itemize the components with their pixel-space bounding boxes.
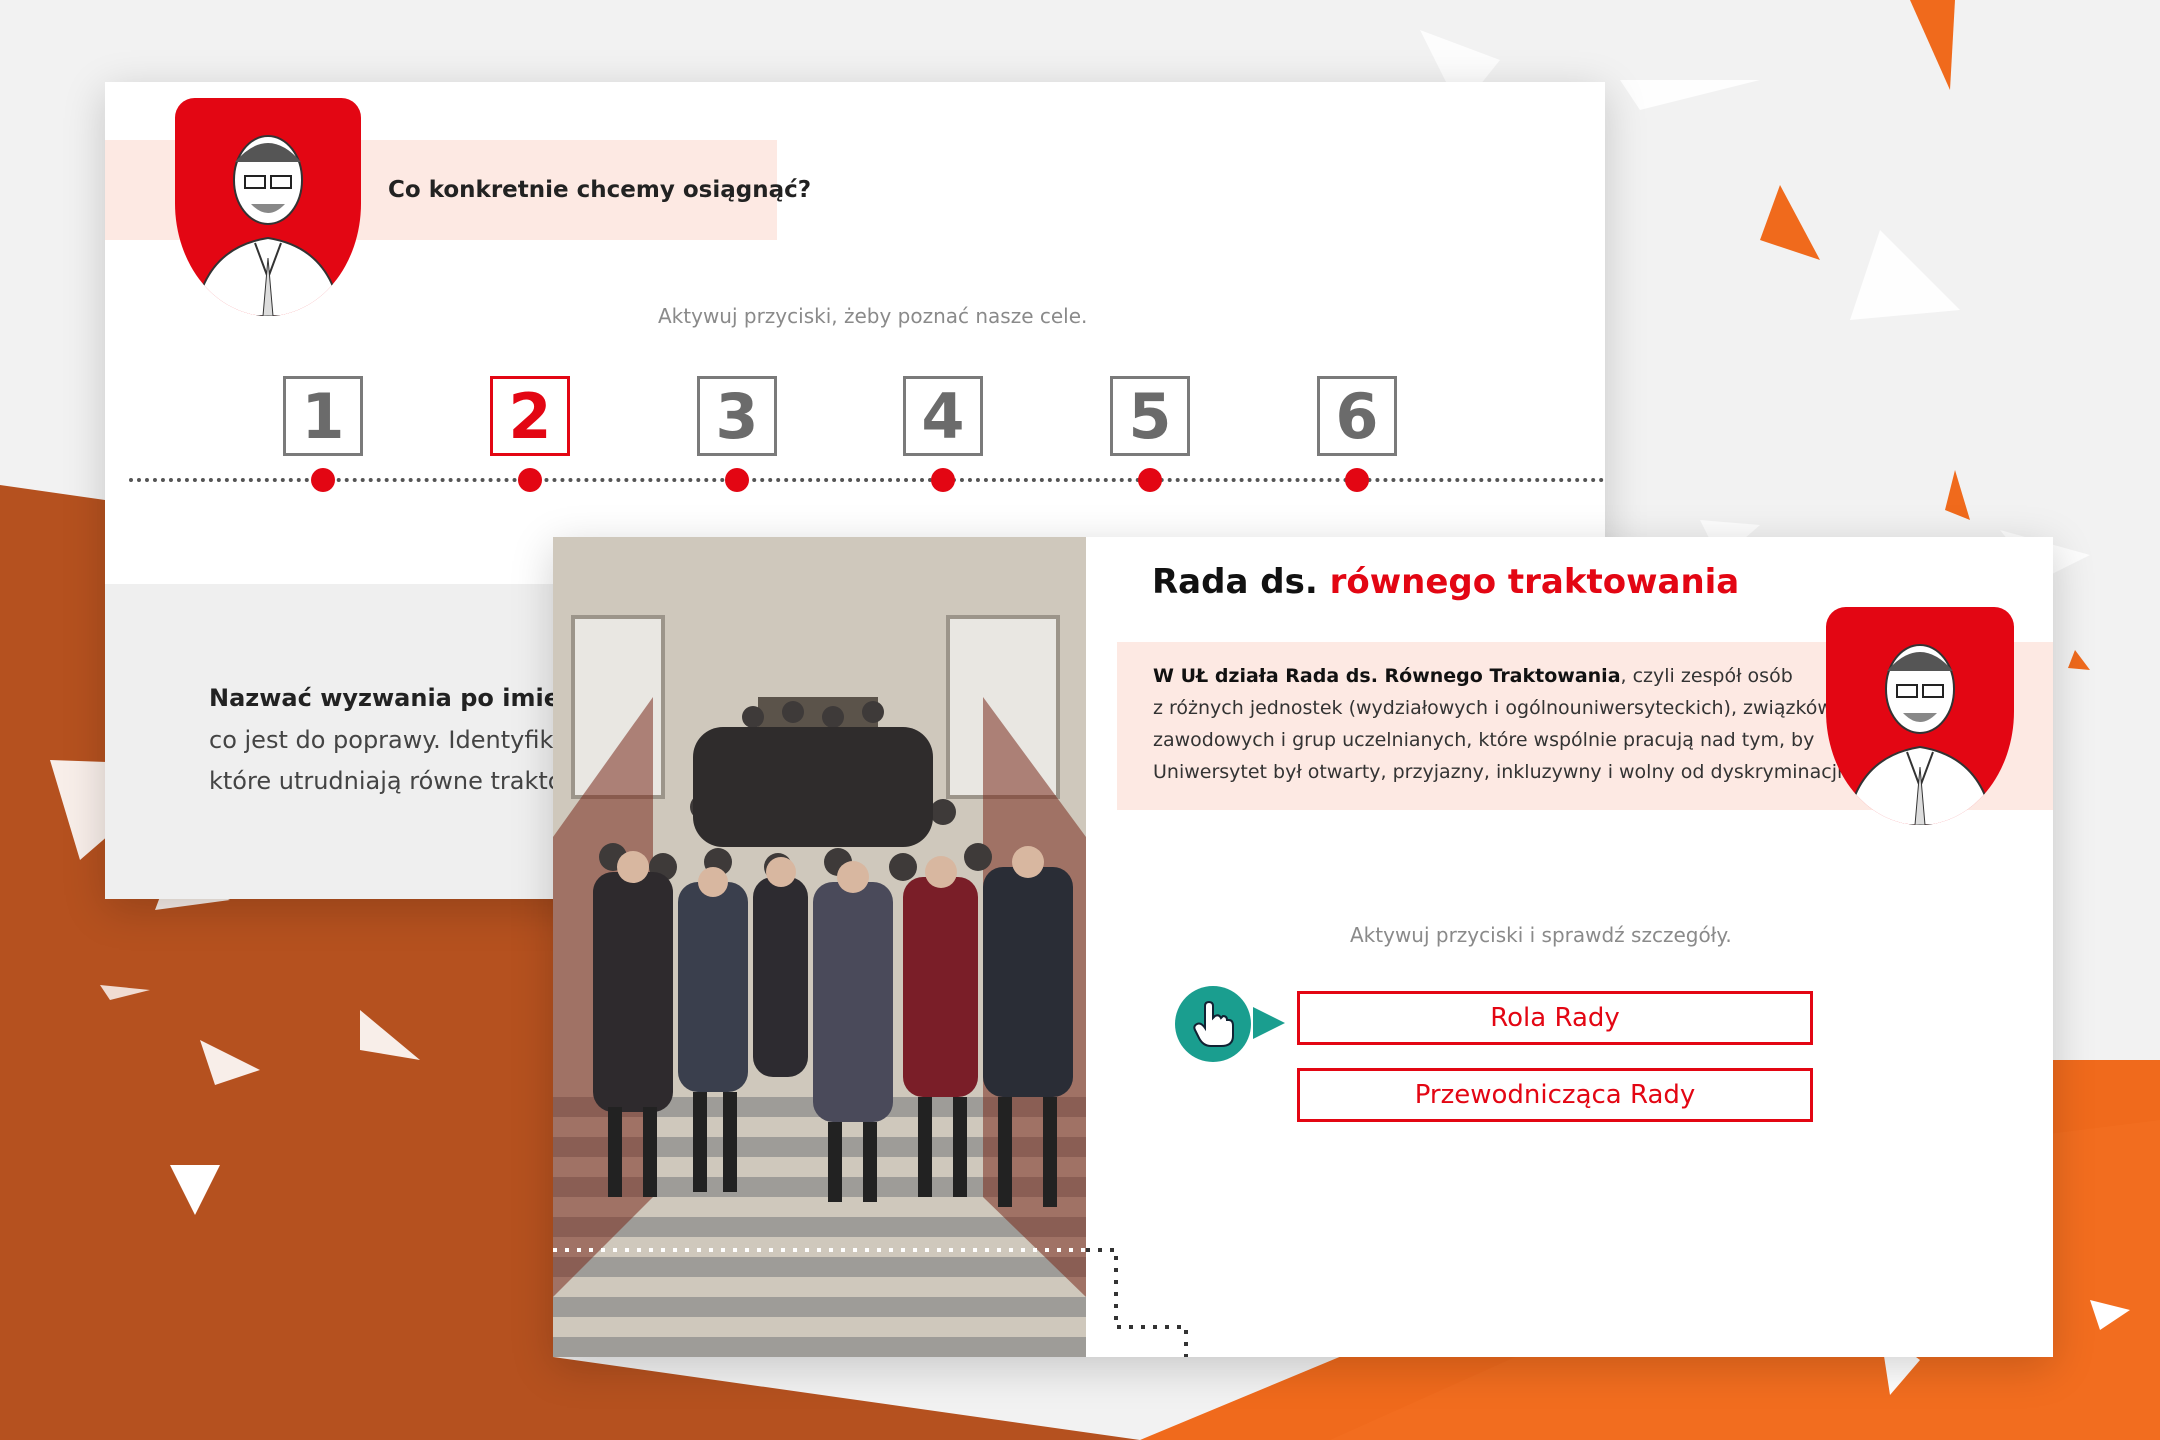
timeline-dot	[1345, 468, 1369, 492]
title-plain: Rada ds.	[1152, 562, 1318, 602]
question-title: Co konkretnie chcemy osiągnąć?	[388, 177, 812, 203]
timeline-dot	[725, 468, 749, 492]
przewodniczaca-rady-button[interactable]: Przewodnicząca Rady	[1297, 1068, 1813, 1122]
title-accent: równego traktowania	[1329, 562, 1740, 602]
hand-pointer-icon	[1175, 986, 1251, 1062]
body-line: Nazwać wyzwania po imieniu,	[209, 684, 612, 712]
front-hint: Aktywuj przyciski i sprawdź szczegóły.	[1350, 923, 1732, 947]
goal-button-3[interactable]: 3	[697, 376, 777, 456]
body-line: które utrudniają równe traktow	[209, 767, 583, 795]
rola-rady-button[interactable]: Rola Rady	[1297, 991, 1813, 1045]
goal-button-5[interactable]: 5	[1110, 376, 1190, 456]
timeline-line	[129, 478, 1605, 482]
dotted-connector	[1086, 1248, 1188, 1357]
timeline-dot	[518, 468, 542, 492]
goal-button-6[interactable]: 6	[1317, 376, 1397, 456]
arrow-right-icon	[1253, 1007, 1285, 1039]
timeline-dot	[931, 468, 955, 492]
portrait-illustration-icon	[1826, 607, 2014, 825]
description-line: z różnych jednostek (wydziałowych i ogól…	[1153, 697, 1833, 719]
timeline-dot	[1138, 468, 1162, 492]
description-bold: W UŁ działa Rada ds. Równego Traktowania	[1153, 665, 1621, 687]
goal-button-1[interactable]: 1	[283, 376, 363, 456]
back-hint: Aktywuj przyciski, żeby poznać nasze cel…	[658, 304, 1088, 328]
description-line: zawodowych i grup uczelnianych, które ws…	[1153, 729, 1815, 751]
portrait-illustration-icon	[175, 98, 361, 316]
description-rest: , czyli zespół osób	[1620, 665, 1793, 687]
description-line: W UŁ działa Rada ds. Równego Traktowania…	[1153, 665, 1793, 687]
body-line: co jest do poprawy. Identyfikuje	[209, 726, 590, 754]
goal-button-2[interactable]: 2	[490, 376, 570, 456]
goal-button-4[interactable]: 4	[903, 376, 983, 456]
group-photo-icon	[553, 537, 1086, 1357]
front-slide: Rada ds. równego traktowania W UŁ działa…	[553, 537, 2053, 1357]
timeline-dot	[311, 468, 335, 492]
front-title: Rada ds. równego traktowania	[1152, 562, 1739, 602]
description-line: Uniwersytet był otwarty, przyjazny, inkl…	[1153, 761, 1849, 783]
